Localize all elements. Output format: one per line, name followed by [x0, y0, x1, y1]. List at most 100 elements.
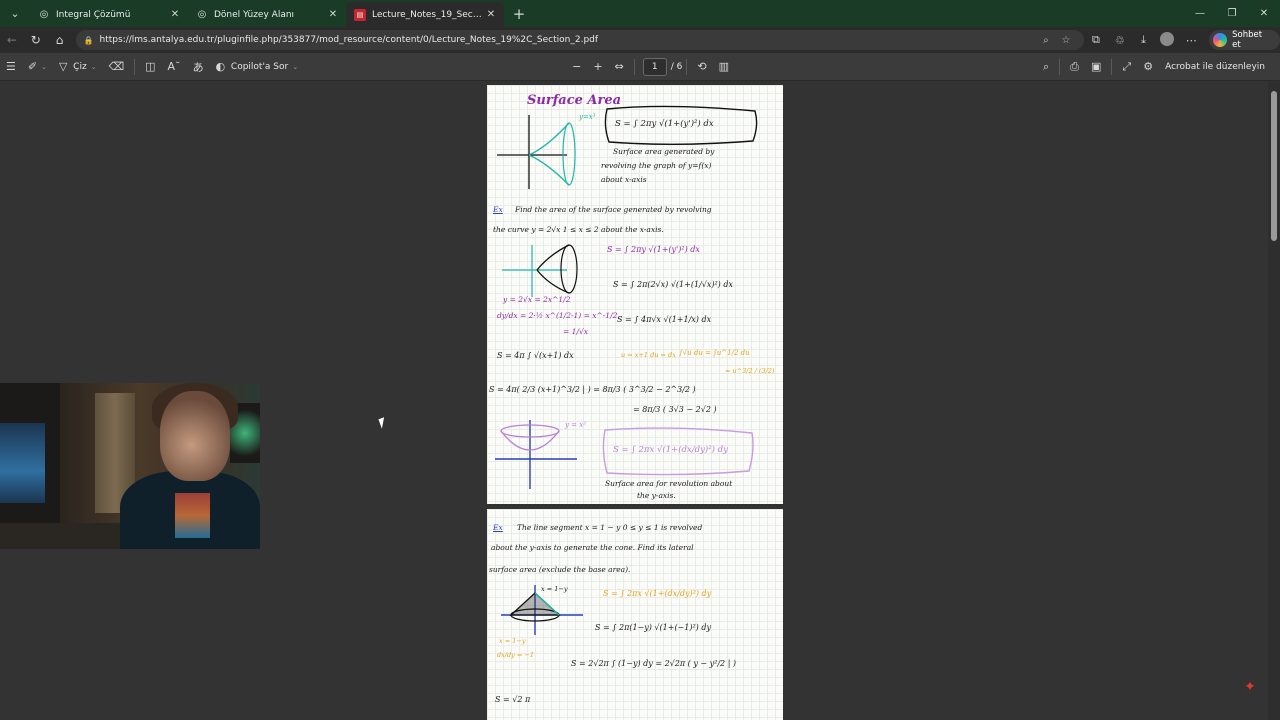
page-view-button[interactable]: ▥: [713, 57, 735, 77]
translate-icon: あ: [192, 60, 204, 74]
translate-button[interactable]: あ: [187, 57, 210, 77]
draw-label: Çiz: [73, 61, 87, 72]
tab-label: İntegral Çözümü: [56, 9, 131, 20]
restore-button[interactable]: ❐: [1216, 0, 1248, 27]
close-icon[interactable]: ✕: [168, 9, 182, 20]
example-line-3: surface area (exclude the base area).: [489, 565, 631, 574]
fullscreen-button[interactable]: ⤢: [1116, 57, 1137, 77]
back-button[interactable]: ←: [0, 33, 24, 47]
minimize-button[interactable]: —: [1184, 0, 1216, 27]
derivative-step-1: y = 2√x = 2x^1/2: [503, 295, 571, 304]
expand-icon: ⤢: [1122, 59, 1132, 73]
derivative-step-3: = 1/√x: [563, 327, 588, 336]
draw-button[interactable]: ▽ Çiz ⌄: [53, 57, 103, 77]
save-button[interactable]: ▣: [1085, 57, 1107, 77]
home-button[interactable]: ⌂: [48, 33, 72, 47]
desc-line-5: the y-axis.: [637, 491, 676, 500]
formula-box-y-axis: S = ∫ 2πx √(1+(dx/dy)²) dy: [613, 445, 728, 455]
refresh-button[interactable]: ↻: [24, 33, 48, 47]
divider: [1059, 58, 1061, 75]
tab-pdf[interactable]: ▤ Lecture_Notes_19_Section_2.pdf ✕: [346, 2, 504, 27]
line-equation-label: x = 1−y: [541, 585, 568, 593]
fit-width-icon: ⇔: [614, 60, 624, 73]
download-icon[interactable]: ⤓: [1132, 33, 1156, 47]
formula-step-4: S = 4π ∫ √(x+1) dx: [497, 351, 574, 360]
webcam-overlay: [0, 383, 260, 549]
zoom-in-button[interactable]: +: [587, 57, 608, 77]
favorite-star-icon[interactable]: ☆: [1056, 35, 1076, 46]
rotate-icon: ⟲: [697, 60, 707, 73]
profile-avatar[interactable]: [1156, 31, 1180, 49]
page-number-input[interactable]: 1: [642, 57, 667, 76]
read-aloud-button[interactable]: A˘: [162, 57, 187, 77]
copilot-chat-button[interactable]: Sohbet et: [1209, 30, 1280, 50]
formula-step-1: S = ∫ 2πx √(1+(dx/dy)²) dy: [603, 589, 712, 598]
more-menu-icon[interactable]: ⋯: [1179, 34, 1203, 47]
eraser-button[interactable]: ⌫: [103, 57, 131, 77]
rotate-button[interactable]: ⟲: [691, 57, 712, 77]
desc-line-4: Surface area for revolution about: [605, 479, 733, 488]
example-line-2: the curve y = 2√x 1 ≤ x ≤ 2 about the x-…: [493, 225, 664, 234]
formula-step-1: S = ∫ 2πy √(1+(y')²) dx: [607, 245, 700, 254]
formula-step-3: S = 2√2π ∫ (1−y) dy = 2√2π ( y − y²/2 | …: [571, 659, 737, 668]
lock-icon[interactable]: 🔒: [84, 36, 94, 45]
tab-integral[interactable]: ◎ İntegral Çözümü ✕: [30, 2, 188, 27]
globe-icon: ◎: [197, 8, 207, 20]
chevron-down-icon: ⌄: [292, 62, 299, 71]
final-answer: S = √2 π: [495, 695, 531, 704]
final-answer: = 8π/3 ( 3√3 − 2√2 ): [633, 405, 717, 414]
contents-button[interactable]: ☰: [0, 57, 22, 77]
close-icon[interactable]: ✕: [484, 9, 498, 20]
pdf-toolbar: ☰ ✐ ⌄ ▽ Çiz ⌄ ⌫ ◫ A˘ あ ◐ Copilot'a Sor ⌄ − …: [0, 53, 1280, 81]
divider: [686, 58, 688, 75]
acrobat-icon[interactable]: ✦: [1242, 679, 1258, 695]
ask-copilot-button[interactable]: ◐ Copilot'a Sor ⌄: [210, 57, 305, 77]
page1-title: Surface Area: [527, 93, 622, 108]
copilot-icon: ◐: [215, 60, 226, 73]
printer-icon: ⎙: [1070, 59, 1079, 73]
search-icon: ⌕: [1043, 59, 1050, 73]
scrollbar[interactable]: [1268, 81, 1280, 720]
fit-page-button[interactable]: ⇔: [609, 57, 630, 77]
zoom-out-button[interactable]: −: [566, 57, 587, 77]
add-text-button[interactable]: ◫: [139, 57, 161, 77]
formula-step-5: S = 4π( 2/3 (x+1)^3/2 | ) = 8π/3 ( 3^3/2…: [489, 385, 696, 394]
find-button[interactable]: ⌕: [1037, 57, 1055, 77]
tab-donel[interactable]: ◎ Dönel Yüzey Alanı ✕: [188, 2, 346, 27]
search-icon[interactable]: ⌕: [1036, 35, 1056, 46]
close-icon[interactable]: ✕: [326, 9, 340, 20]
window-controls: — ❐ ✕: [1184, 0, 1280, 27]
derivative-note-1: x = 1−y: [499, 637, 526, 645]
address-bar[interactable]: 🔒 https://lms.antalya.edu.tr/pluginfile.…: [75, 30, 1084, 50]
minus-icon: −: [572, 60, 582, 73]
formula-step-2: S = ∫ 2π(1−y) √(1+(−1)²) dy: [595, 623, 711, 632]
highlighter-icon: ✐: [27, 60, 38, 73]
example-label: Ex: [493, 523, 503, 532]
substitution-note: u = x+1 du = dx: [621, 351, 676, 359]
settings-button[interactable]: ⚙: [1137, 57, 1159, 77]
text-box-icon: ◫: [145, 60, 156, 73]
divider: [633, 58, 635, 75]
desc-line-3: about x-axis: [601, 175, 647, 184]
divider: [134, 58, 136, 75]
integral-result-note: = u^3/2 / (3/2): [725, 367, 775, 375]
scrollbar-thumb[interactable]: [1271, 91, 1277, 241]
read-aloud-icon: A˘: [167, 60, 181, 73]
highlight-button[interactable]: ✐ ⌄: [22, 57, 53, 77]
tab-actions-menu[interactable]: ⌄: [4, 2, 26, 24]
close-window-button[interactable]: ✕: [1248, 0, 1280, 27]
print-button[interactable]: ⎙: [1064, 57, 1085, 77]
edit-with-acrobat-button[interactable]: Acrobat ile düzenleyin: [1159, 57, 1271, 77]
list-icon: ☰: [6, 60, 16, 73]
desc-line-1: Surface area generated by: [613, 147, 715, 156]
ask-copilot-label: Copilot'a Sor: [230, 61, 289, 72]
tab-bar: ⌄ ◎ İntegral Çözümü ✕ ◎ Dönel Yüzey Alan…: [0, 0, 1280, 27]
new-tab-button[interactable]: +: [508, 3, 530, 25]
extensions-icon[interactable]: ⧉: [1084, 33, 1108, 47]
chevron-down-icon: ⌄: [90, 62, 97, 71]
navigation-bar: ← ↻ ⌂ 🔒 https://lms.antalya.edu.tr/plugi…: [0, 27, 1280, 53]
tab-label: Dönel Yüzey Alanı: [214, 9, 295, 20]
formula-step-2: S = ∫ 2π(2√x) √(1+(1/√x)²) dx: [613, 280, 733, 289]
divider: [1111, 58, 1113, 75]
collections-icon[interactable]: ♲: [1108, 34, 1132, 47]
